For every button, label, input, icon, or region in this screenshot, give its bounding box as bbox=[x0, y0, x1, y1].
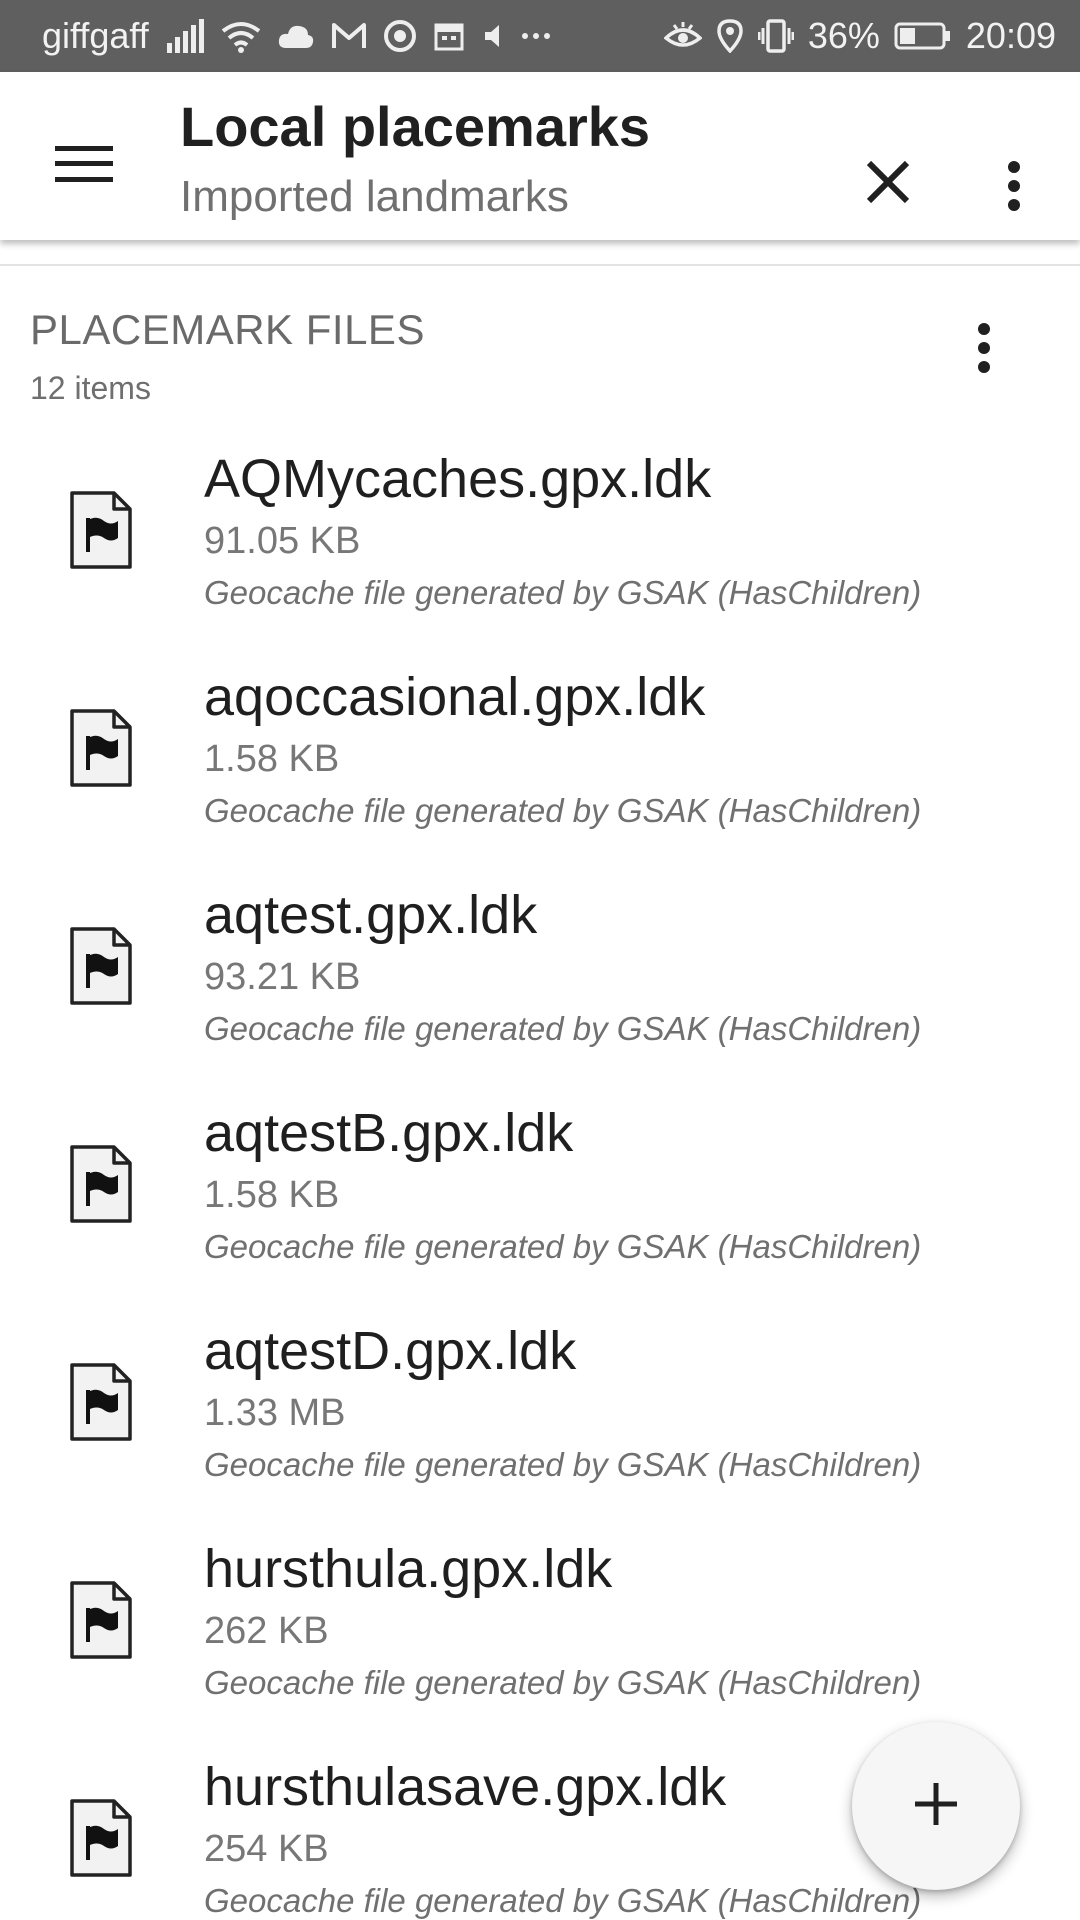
section-overflow-button[interactable] bbox=[954, 318, 1014, 382]
calendar-icon bbox=[433, 16, 465, 56]
file-name: hursthulasave.gpx.ldk bbox=[204, 1757, 727, 1817]
section-title: PLACEMARK FILES bbox=[30, 306, 425, 353]
placemark-file-icon bbox=[68, 926, 134, 1006]
status-bar: giffgaff 36% 20:09 bbox=[0, 0, 1080, 72]
app-bar: Local placemarks Imported landmarks bbox=[0, 72, 1080, 240]
file-description: Geocache file generated by GSAK (HasChil… bbox=[204, 1228, 922, 1265]
divider bbox=[0, 264, 1080, 266]
wifi-icon bbox=[221, 16, 261, 56]
list-item[interactable]: hursthula.gpx.ldk 262 KB Geocache file g… bbox=[0, 1528, 1080, 1746]
mute-icon bbox=[481, 16, 505, 56]
vibrate-icon bbox=[757, 16, 794, 56]
file-description: Geocache file generated by GSAK (HasChil… bbox=[204, 1664, 922, 1701]
add-icon bbox=[911, 1779, 961, 1834]
clock: 20:09 bbox=[965, 15, 1056, 56]
battery-icon bbox=[894, 16, 952, 56]
file-size: 262 KB bbox=[204, 1610, 329, 1652]
battery-percent: 36% bbox=[807, 15, 880, 56]
file-name: aqtest.gpx.ldk bbox=[204, 885, 538, 945]
placemark-file-list: AQMycaches.gpx.ldk 91.05 KB Geocache fil… bbox=[0, 438, 1080, 1920]
list-item[interactable]: AQMycaches.gpx.ldk 91.05 KB Geocache fil… bbox=[0, 438, 1080, 656]
file-name: aqtestD.gpx.ldk bbox=[204, 1321, 577, 1381]
menu-icon bbox=[55, 144, 113, 189]
placemark-file-icon bbox=[68, 1580, 134, 1660]
placemark-file-icon bbox=[68, 708, 134, 788]
file-description: Geocache file generated by GSAK (HasChil… bbox=[204, 1010, 922, 1047]
file-size: 91.05 KB bbox=[204, 520, 361, 562]
eye-icon bbox=[663, 16, 702, 56]
add-placemark-fab[interactable] bbox=[852, 1722, 1020, 1890]
list-item[interactable]: aqtest.gpx.ldk 93.21 KB Geocache file ge… bbox=[0, 874, 1080, 1092]
file-size: 93.21 KB bbox=[204, 956, 361, 998]
item-count: 12 items bbox=[30, 370, 151, 406]
file-name: aqoccasional.gpx.ldk bbox=[204, 667, 706, 727]
close-icon bbox=[865, 159, 911, 210]
page-subtitle: Imported landmarks bbox=[180, 172, 569, 221]
placemark-file-icon bbox=[68, 1798, 134, 1878]
file-size: 1.33 MB bbox=[204, 1392, 346, 1434]
list-item[interactable]: aqoccasional.gpx.ldk 1.58 KB Geocache fi… bbox=[0, 656, 1080, 874]
close-button[interactable] bbox=[848, 144, 928, 224]
file-name: AQMycaches.gpx.ldk bbox=[204, 449, 712, 509]
file-description: Geocache file generated by GSAK (HasChil… bbox=[204, 1882, 922, 1919]
carrier-label: giffgaff bbox=[42, 15, 149, 56]
cloud-icon bbox=[277, 16, 315, 56]
placemark-file-icon bbox=[68, 1144, 134, 1224]
overflow-menu-icon bbox=[1006, 160, 1022, 217]
list-item[interactable]: aqtestB.gpx.ldk 1.58 KB Geocache file ge… bbox=[0, 1092, 1080, 1310]
location-icon bbox=[716, 16, 744, 56]
file-name: hursthula.gpx.ldk bbox=[204, 1539, 613, 1599]
list-item[interactable]: aqtestD.gpx.ldk 1.33 MB Geocache file ge… bbox=[0, 1310, 1080, 1528]
menu-button[interactable] bbox=[40, 122, 128, 210]
file-description: Geocache file generated by GSAK (HasChil… bbox=[204, 792, 922, 829]
file-description: Geocache file generated by GSAK (HasChil… bbox=[204, 574, 922, 611]
signal-icon bbox=[165, 16, 205, 56]
gmail-icon bbox=[331, 16, 367, 56]
chrome-icon bbox=[383, 16, 417, 56]
more-dots-icon bbox=[521, 16, 551, 56]
placemark-file-icon bbox=[68, 490, 134, 570]
file-description: Geocache file generated by GSAK (HasChil… bbox=[204, 1446, 922, 1483]
file-name: aqtestB.gpx.ldk bbox=[204, 1103, 574, 1163]
overflow-menu-icon bbox=[976, 322, 992, 379]
file-size: 1.58 KB bbox=[204, 1174, 340, 1216]
file-size: 254 KB bbox=[204, 1828, 329, 1870]
file-size: 1.58 KB bbox=[204, 738, 340, 780]
overflow-menu-button[interactable] bbox=[984, 144, 1044, 232]
page-title: Local placemarks bbox=[180, 95, 651, 158]
placemark-file-icon bbox=[68, 1362, 134, 1442]
